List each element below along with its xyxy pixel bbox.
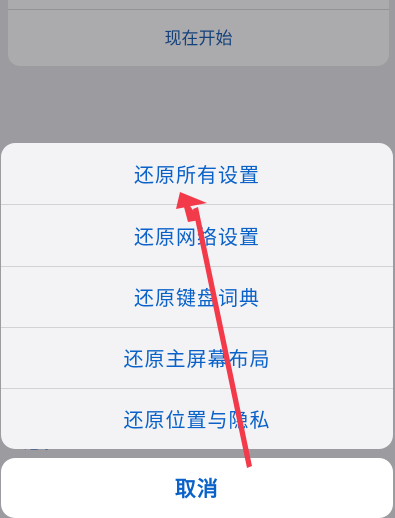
reset-location-privacy-button[interactable]: 还原位置与隐私 [1, 388, 393, 449]
background-card: 现在开始 [8, 0, 389, 66]
reset-network-settings-button[interactable]: 还原网络设置 [1, 205, 393, 266]
baidu-watermark: Baidu经验 jingyan.baidu.com [276, 458, 381, 497]
background-card-divider [8, 9, 389, 10]
watermark-logo: Baidu经验 [296, 463, 381, 482]
reset-all-settings-button[interactable]: 还原所有设置 [1, 143, 393, 204]
start-now-label: 现在开始 [164, 29, 233, 49]
reset-keyboard-dictionary-button[interactable]: 还原键盘词典 [1, 266, 393, 327]
watermark-url: jingyan.baidu.com [275, 483, 381, 497]
reset-home-screen-layout-button[interactable]: 还原主屏幕布局 [1, 327, 393, 388]
action-sheet: 还原所有设置 还原网络设置 还原键盘词典 还原主屏幕布局 还原位置与隐私 [1, 143, 393, 449]
